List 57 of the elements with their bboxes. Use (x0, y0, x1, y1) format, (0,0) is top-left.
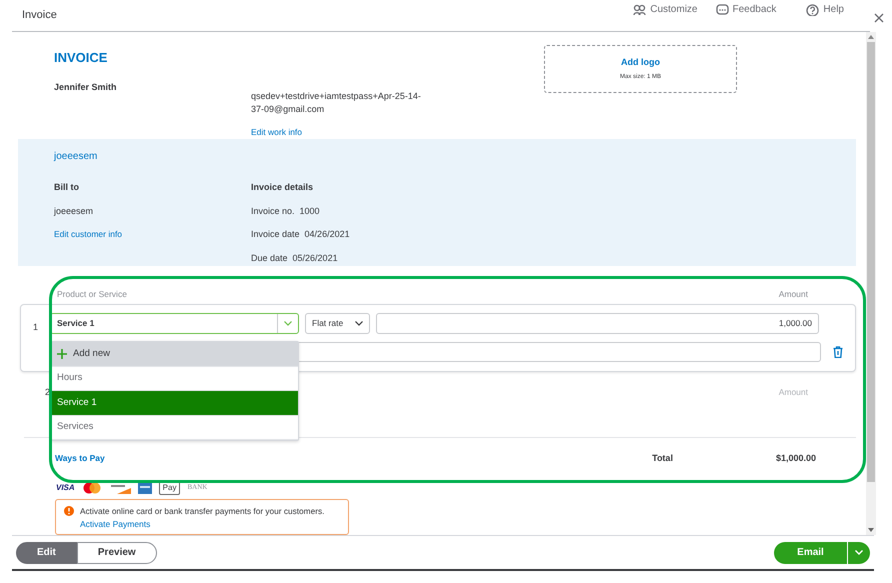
email-button[interactable]: Email (774, 542, 847, 564)
trash-icon[interactable] (833, 346, 843, 358)
mode-toggle[interactable]: Preview (76, 542, 157, 564)
toolbar-link[interactable]: Feedback (716, 2, 776, 17)
action-label[interactable]: Help (823, 2, 844, 17)
document-title: INVOICE (54, 49, 108, 67)
detail-label: Due date (251, 252, 288, 264)
alert-icon (64, 506, 74, 516)
scroll-up-arrow-icon[interactable] (868, 35, 874, 39)
dropdown-item[interactable]: Services (52, 416, 298, 440)
email-text: qsedev+testdrive+iamtestpass+Apr-25-14-37-09@gmail.com (251, 90, 422, 116)
scroll-down-arrow-icon[interactable] (868, 528, 874, 532)
chevron-down-icon (284, 321, 292, 326)
dropdown-toggle-button[interactable] (848, 542, 870, 564)
company-name: Jennifer Smith (54, 80, 118, 94)
toolbar-link[interactable]: Help (806, 2, 844, 17)
bill-to-label: Bill to (54, 181, 80, 194)
people-icon (633, 4, 646, 16)
ways-to-pay-link[interactable]: Ways to Pay (55, 452, 105, 466)
scrollbar[interactable] (866, 32, 876, 535)
toolbar-link[interactable]: Customize (633, 2, 698, 17)
edit-work-info-link[interactable]: Edit work info (251, 126, 302, 139)
plus-icon (57, 348, 67, 359)
window-title: Invoice (22, 8, 57, 24)
column-header: Amount (778, 386, 808, 399)
dropdown-item[interactable]: Service 1 (52, 391, 298, 416)
chevron-down-icon (855, 550, 863, 555)
detail-label: Invoice no. (251, 204, 295, 218)
product-select[interactable]: Service 1 (50, 313, 299, 334)
chevron-down-icon (355, 321, 363, 326)
action-label[interactable]: Feedback (732, 2, 776, 17)
amount-field[interactable]: 1,000.00 (376, 313, 819, 334)
rate-type-select[interactable]: Flat rate (305, 313, 370, 334)
detail-value: 05/26/2021 (292, 252, 338, 264)
mode-toggle[interactable]: Edit (16, 542, 77, 564)
detail-label: Invoice date (251, 228, 300, 241)
bill-to-name: joeeesem (54, 204, 94, 218)
edit-customer-info-link[interactable]: Edit customer info (54, 228, 122, 241)
row-number: 1 (32, 321, 39, 334)
chat-icon (716, 4, 728, 16)
invoice-details-title: Invoice details (251, 181, 314, 194)
mastercard-logo (82, 482, 102, 494)
dropdown-item[interactable]: Add new (52, 342, 298, 366)
column-header: Amount (778, 288, 808, 301)
visa-logo: VISA (56, 482, 75, 494)
total-label: Total (652, 452, 673, 465)
activate-payments-link[interactable]: Activate Payments (80, 520, 150, 530)
apple-pay-logo: Pay (158, 480, 180, 494)
add-logo-label: Add logo (621, 56, 660, 69)
detail-value: 04/26/2021 (304, 228, 350, 241)
action-label[interactable]: Customize (650, 2, 698, 17)
customer-name[interactable]: joeeesem (54, 149, 820, 164)
notice-text: Activate online card or bank transfer payments for your customers. (80, 504, 324, 517)
help-icon (806, 4, 820, 16)
total-amount: $1,000.00 (776, 452, 816, 465)
column-header: Product or Service (57, 288, 127, 301)
detail-value: 1000 (300, 204, 320, 218)
